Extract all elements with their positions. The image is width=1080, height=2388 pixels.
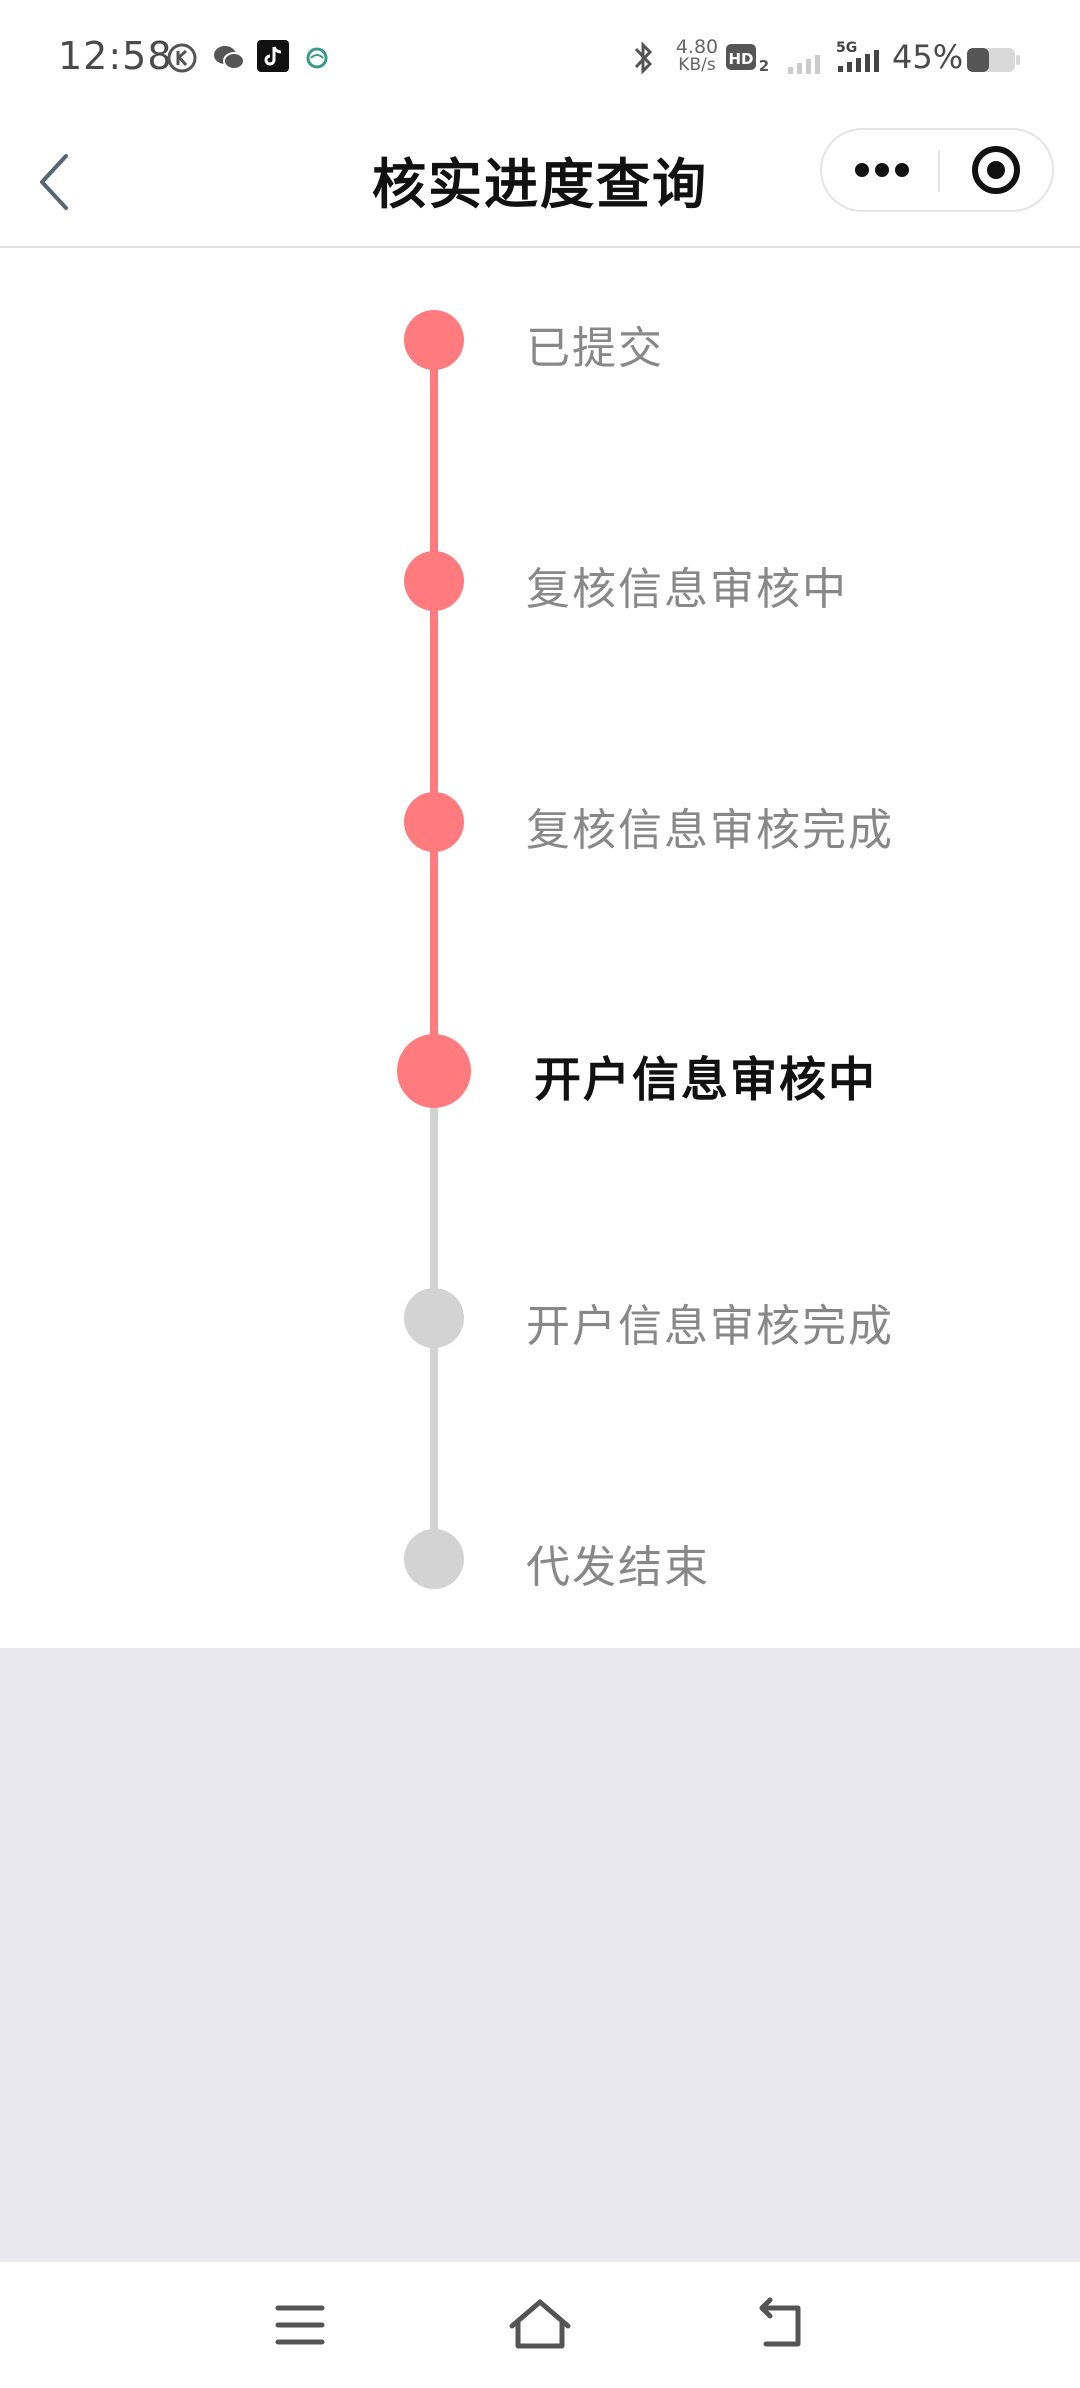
progress-timeline	[397, 310, 471, 1589]
status-bar: 12:58 4.80 KB/s HD 2 5G 45%	[0, 0, 1080, 118]
battery-icon	[967, 48, 1020, 72]
status-time: 12:58	[58, 34, 173, 78]
timeline-step-label: 开户信息审核完成	[526, 1301, 894, 1352]
timeline-dot-pending	[404, 1529, 464, 1589]
timeline-step-label: 已提交	[526, 323, 664, 374]
timeline-dot-done	[404, 792, 464, 852]
timeline-step-label: 代发结束	[526, 1542, 710, 1593]
timeline-dot-pending	[404, 1288, 464, 1348]
timeline-step-label: 复核信息审核完成	[526, 805, 894, 856]
k-app-icon	[167, 43, 197, 73]
system-navigation-bar	[0, 2262, 1080, 2388]
timeline-dot-done	[404, 551, 464, 611]
5g-signal-icon: 5G	[836, 40, 879, 72]
net-speed-value: 4.80	[675, 36, 719, 58]
battery-percent: 45%	[892, 38, 964, 76]
mini-program-capsule	[820, 128, 1054, 212]
close-mini-program-button[interactable]	[940, 130, 1052, 210]
system-back-button[interactable]	[740, 2290, 820, 2360]
signal-icon	[788, 55, 820, 74]
svg-text:2: 2	[759, 57, 769, 74]
more-dots-icon	[855, 163, 909, 177]
china-mobile-icon	[306, 47, 328, 69]
wechat-icon	[214, 46, 245, 70]
timeline-step-label: 开户信息审核中	[534, 1053, 877, 1108]
timeline-step-label: 复核信息审核中	[526, 564, 848, 615]
timeline-dot-active	[397, 1034, 471, 1108]
home-icon	[509, 2299, 571, 2349]
progress-timeline-card: 已提交复核信息审核中 复核信息审核完成开户信息审核中开户信息审核完成 代发结束	[0, 248, 1080, 1648]
home-button[interactable]	[500, 2290, 580, 2360]
network-speed: 4.80 KB/s	[670, 36, 724, 75]
menu-button[interactable]	[260, 2290, 340, 2360]
svg-text:5G: 5G	[836, 40, 857, 56]
back-arrow-icon	[759, 2297, 801, 2347]
hd-icon: HD 2	[726, 44, 769, 74]
bluetooth-icon	[634, 41, 653, 75]
nav-bar: 核实进度查询	[0, 118, 1080, 248]
timeline-dot-done	[404, 310, 464, 370]
target-close-icon	[972, 146, 1020, 194]
menu-icon	[275, 2305, 325, 2345]
svg-text:HD: HD	[728, 50, 753, 68]
net-speed-unit: KB/s	[678, 55, 716, 75]
more-button[interactable]	[822, 130, 938, 210]
tiktok-icon	[257, 40, 289, 72]
